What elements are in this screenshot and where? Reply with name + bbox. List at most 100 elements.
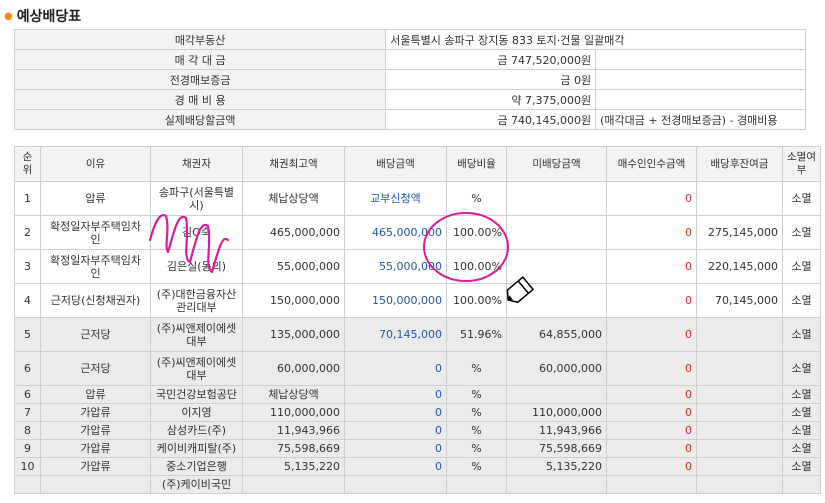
cell-assume: 0 (606, 421, 697, 440)
summary-row: 매각부동산 서울특별시 송파구 장지동 833 토지·건물 일괄매각 (13, 29, 806, 50)
cell-reason: 가압류 (40, 403, 151, 422)
cell-assume: 0 (606, 403, 697, 422)
summary-table: 매각부동산 서울특별시 송파구 장지동 833 토지·건물 일괄매각 매 각 대 금… (13, 29, 806, 130)
cell-dividend: 0 (344, 403, 447, 422)
table-header-row: 순위 이유 채권자 채권최고액 배당금액 배당비율 미배당금액 매수인인수금액 … (14, 146, 821, 182)
summary-row: 매 각 대 금금 747,520,000원 (13, 49, 806, 70)
cell-remaining (696, 403, 783, 422)
cell-rank: 8 (14, 421, 41, 440)
cell-extinct: 소멸 (782, 181, 821, 216)
cell-dividend: 55,000,000 (344, 249, 447, 284)
summary-label: 실제배당할금액 (13, 109, 387, 130)
cell-creditor: (주)씨앤제이에셋대부 (150, 317, 243, 352)
cell-dividend: 0 (344, 351, 447, 386)
cell-extinct: 소멸 (782, 249, 821, 284)
cell-rank: 6 (14, 351, 41, 386)
cell-max-amount: 60,000,000 (242, 351, 345, 386)
cell-unpaid: 11,943,966 (506, 421, 607, 440)
cell-unpaid: 5,135,220 (506, 457, 607, 476)
cell-dividend: 150,000,000 (344, 283, 447, 318)
cell-extinct: 소멸 (782, 317, 821, 352)
cell-unpaid (506, 215, 607, 250)
cell-rank: 2 (14, 215, 41, 250)
cell-unpaid (506, 385, 607, 404)
cell-extinct: 소멸 (782, 385, 821, 404)
cell-remaining: 275,145,000 (696, 215, 783, 250)
summary-note (595, 49, 806, 70)
header-reason: 이유 (40, 146, 151, 182)
cell-unpaid: 60,000,000 (506, 351, 607, 386)
cell-extinct: 소멸 (782, 403, 821, 422)
summary-label: 전경매보증금 (13, 69, 387, 90)
cell-rank: 7 (14, 403, 41, 422)
cell-reason: 근저당 (40, 351, 151, 386)
cell-creditor: 중소기업은행 (150, 457, 243, 476)
cell-unpaid: 110,000,000 (506, 403, 607, 422)
cell-assume: 0 (606, 283, 697, 318)
cell-max-amount: 체납상당액 (242, 385, 345, 404)
cell-remaining (696, 439, 783, 458)
cell-ratio: 100.00% (446, 249, 507, 284)
cell-ratio: % (446, 181, 507, 216)
cell-ratio: 100.00% (446, 215, 507, 250)
summary-value: 약 7,375,000원 (385, 89, 597, 110)
bullet-icon: ● (4, 10, 13, 22)
cell-rank: 9 (14, 439, 41, 458)
table-row: 8 가압류 삼성카드(주) 11,943,966 0% 11,943,966 0 소멸 (14, 421, 821, 440)
cell-max-amount: 75,598,669 (242, 439, 345, 458)
page-title: ● 예상배당표 (4, 6, 81, 26)
cell-assume: 0 (606, 457, 697, 476)
cell-reason: 확정일자부주택임차인 (40, 249, 151, 284)
header-dividend: 배당금액 (344, 146, 447, 182)
cell-ratio: 51.96% (446, 317, 507, 352)
table-row: 2 확정일자부주택임차인 김O숙 465,000,000 465,000,000 100.… (14, 215, 821, 250)
header-creditor: 채권자 (150, 146, 243, 182)
cell-max-amount: 135,000,000 (242, 317, 345, 352)
cell-unpaid (506, 475, 607, 494)
cell-rank: 3 (14, 249, 41, 284)
cell-creditor: 김은실(동의) (150, 249, 243, 284)
cell-extinct (782, 475, 821, 494)
cell-reason: 압류 (40, 181, 151, 216)
cell-assume: 0 (606, 385, 697, 404)
cell-remaining (696, 421, 783, 440)
cell-reason: 확정일자부주택임차인 (40, 215, 151, 250)
cell-rank: 6 (14, 385, 41, 404)
header-ratio: 배당비율 (446, 146, 507, 182)
summary-value: 서울특별시 송파구 장지동 833 토지·건물 일괄매각 (385, 29, 806, 50)
cell-creditor: (주)케이비국민 (150, 475, 243, 494)
cell-unpaid (506, 181, 607, 216)
cell-reason: 압류 (40, 385, 151, 404)
cell-reason: 가압류 (40, 439, 151, 458)
table-row: 6 근저당 (주)씨앤제이에셋대부 60,000,000 0% 60,000,000 0 소멸 (14, 351, 821, 386)
cell-ratio: % (446, 351, 507, 386)
cell-assume: 0 (606, 215, 697, 250)
cell-extinct: 소멸 (782, 215, 821, 250)
cell-reason: 근저당 (40, 317, 151, 352)
table-row: 5 근저당 (주)씨앤제이에셋대부 135,000,000 70,145,000 51.9… (14, 317, 821, 352)
summary-row: 전경매보증금 금 0원 (13, 69, 806, 90)
cell-dividend: 0 (344, 439, 447, 458)
cell-dividend: 0 (344, 421, 447, 440)
cell-assume: 0 (606, 351, 697, 386)
cell-ratio: % (446, 403, 507, 422)
summary-row: 경 매 비 용약 7,375,000원 (13, 89, 806, 110)
cell-remaining (696, 385, 783, 404)
header-unpaid: 미배당금액 (506, 146, 607, 182)
cell-extinct: 소멸 (782, 439, 821, 458)
header-max-amount: 채권최고액 (242, 146, 345, 182)
cell-assume: 0 (606, 181, 697, 216)
cell-reason: 근저당(신청채권자) (40, 283, 151, 318)
cell-unpaid (506, 283, 607, 318)
cell-dividend: 0 (344, 385, 447, 404)
cell-ratio: % (446, 457, 507, 476)
summary-label: 경 매 비 용 (13, 89, 387, 110)
cell-assume: 0 (606, 249, 697, 284)
cell-rank: 5 (14, 317, 41, 352)
table-row: 7 가압류 이지영 110,000,000 0% 110,000,000 0 소멸 (14, 403, 821, 422)
cell-dividend: 465,000,000 (344, 215, 447, 250)
cell-remaining: 220,145,000 (696, 249, 783, 284)
header-extinct: 소멸여부 (782, 146, 821, 182)
summary-label: 매 각 대 금 (13, 49, 387, 70)
cell-creditor: 케이비캐피탈(주) (150, 439, 243, 458)
